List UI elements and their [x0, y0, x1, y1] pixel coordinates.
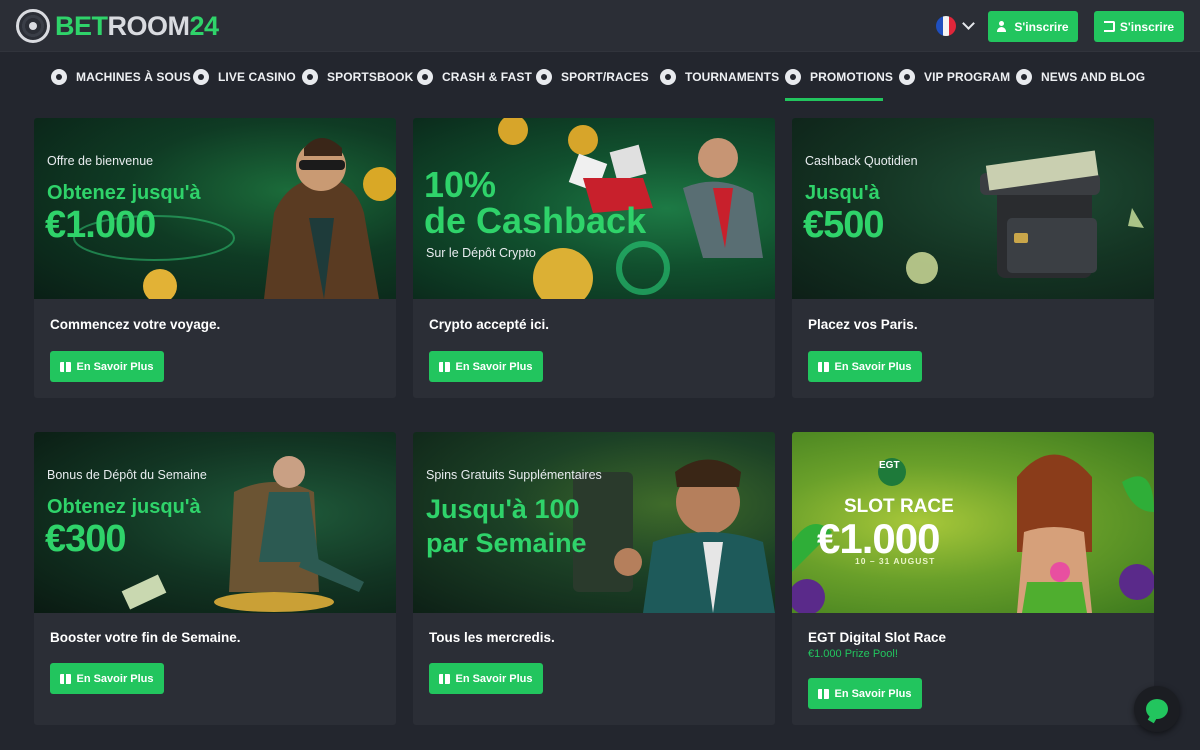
promo-title: Crypto accepté ici. [429, 317, 550, 332]
language-selector[interactable] [936, 16, 975, 36]
nav-item-news-blog[interactable]: NEWS AND BLOG [1016, 67, 1145, 87]
learn-more-button[interactable]: En Savoir Plus [50, 663, 164, 694]
nav-item-label: NEWS AND BLOG [1041, 70, 1146, 84]
learn-more-label: En Savoir Plus [834, 687, 912, 700]
promo-subtitle: €1.000 Prize Pool! [808, 648, 898, 660]
promo-title: Booster votre fin de Semaine. [50, 630, 241, 645]
learn-more-button[interactable]: En Savoir Plus [808, 678, 922, 709]
login-icon [1103, 21, 1115, 32]
learn-more-label: En Savoir Plus [76, 672, 154, 685]
learn-more-button[interactable]: En Savoir Plus [429, 663, 543, 694]
france-flag-icon [936, 16, 956, 36]
gift-icon [439, 361, 451, 372]
learn-more-button[interactable]: En Savoir Plus [429, 351, 543, 382]
learn-more-label: En Savoir Plus [455, 360, 533, 373]
promo-kicker: Spins Gratuits Supplémentaires [426, 468, 602, 482]
promo-title: Commencez votre voyage. [50, 317, 221, 332]
promo-card-daily-cashback: Cashback Quotidien Jusqu'à €500 Placez v… [792, 118, 1154, 398]
nav-item-promotions[interactable]: PROMOTIONS [785, 67, 893, 87]
promo-banner-free-spins[interactable]: Spins Gratuits Supplémentaires Jusqu'à 1… [413, 432, 775, 613]
nav-item-label: LIVE CASINO [218, 70, 296, 84]
crown-icon [899, 69, 915, 85]
roulette-wheel-icon [16, 9, 50, 43]
user-plus-icon [997, 21, 1009, 32]
promo-card-cashback: 10% de Cashback Sur le Dépôt Crypto Cryp… [413, 118, 775, 398]
nav-item-label: SPORTSBOOK [327, 70, 414, 84]
promo-headline: Jusqu'à [805, 182, 880, 204]
main-navigation: MACHINES À SOUS LIVE CASINO SPORTSBOOK C… [0, 52, 1200, 102]
promo-headline: Obtenez jusqu'à [47, 496, 201, 518]
news-icon [1016, 69, 1032, 85]
promo-card-weekend-bonus: Bonus de Dépôt du Semaine Obtenez jusqu'… [34, 432, 396, 725]
gift-icon [60, 673, 72, 684]
promo-headline: Obtenez jusqu'à [47, 182, 201, 204]
nav-item-label: CRASH & FAST [442, 70, 532, 84]
roulette-icon [193, 69, 209, 85]
promo-kicker: Bonus de Dépôt du Semaine [47, 468, 207, 482]
signup-label: S'inscrire [1014, 19, 1069, 34]
gift-icon [818, 361, 830, 372]
logo-text: BETROOM24 [55, 10, 219, 41]
learn-more-label: En Savoir Plus [455, 672, 533, 685]
signin-label: S'inscrire [1119, 19, 1175, 34]
promo-banner-weekend-bonus[interactable]: Bonus de Dépôt du Semaine Obtenez jusqu'… [34, 432, 396, 613]
gift-icon [439, 673, 451, 684]
promo-amount: €300 [45, 518, 127, 560]
nav-item-label: PROMOTIONS [810, 70, 894, 84]
nav-item-label: VIP PROGRAM [924, 70, 1011, 84]
promo-card-slot-race: EGT SLOT RACE €1.000 10 – 31 AUGUST EGT … [792, 432, 1154, 725]
nav-item-label: MACHINES À SOUS [76, 70, 191, 84]
promo-dates: 10 – 31 AUGUST [855, 556, 936, 566]
nav-item-vip-program[interactable]: VIP PROGRAM [899, 67, 1010, 87]
slot-machine-icon [51, 69, 67, 85]
nav-item-sport-races[interactable]: SPORT/RACES [536, 67, 649, 87]
nav-item-live-casino[interactable]: LIVE CASINO [193, 67, 296, 87]
nav-item-label: TOURNAMENTS [685, 70, 780, 84]
promo-title: Placez vos Paris. [808, 317, 918, 332]
promo-amount: de Cashback [424, 200, 647, 241]
gamepad-icon [536, 69, 552, 85]
promo-title: EGT Digital Slot Race [808, 630, 947, 645]
rocket-icon [417, 69, 433, 85]
promo-kicker: Sur le Dépôt Crypto [426, 246, 536, 260]
egt-badge: EGT [879, 460, 900, 471]
promo-amount: €500 [803, 204, 885, 246]
nav-item-tournaments[interactable]: TOURNAMENTS [660, 67, 779, 87]
promo-banner-slot-race[interactable]: EGT SLOT RACE €1.000 10 – 31 AUGUST [792, 432, 1154, 613]
nav-item-slots[interactable]: MACHINES À SOUS [51, 67, 191, 87]
nav-item-label: SPORT/RACES [561, 70, 649, 84]
promo-banner-cashback[interactable]: 10% de Cashback Sur le Dépôt Crypto [413, 118, 775, 299]
promo-title: Tous les mercredis. [429, 630, 555, 645]
gift-icon [60, 361, 72, 372]
promo-card-free-spins: Spins Gratuits Supplémentaires Jusqu'à 1… [413, 432, 775, 725]
promo-card-welcome: Offre de bienvenue Obtenez jusqu'à €1.00… [34, 118, 396, 398]
learn-more-button[interactable]: En Savoir Plus [808, 351, 922, 382]
trophy-icon [660, 69, 676, 85]
promo-kicker: Cashback Quotidien [805, 154, 918, 168]
promo-banner-daily-cashback[interactable]: Cashback Quotidien Jusqu'à €500 [792, 118, 1154, 299]
nav-item-sportsbook[interactable]: SPORTSBOOK [302, 67, 413, 87]
nav-item-crash-fast[interactable]: CRASH & FAST [417, 67, 532, 87]
promo-kicker: Offre de bienvenue [47, 154, 154, 168]
signin-button[interactable]: S'inscrire [1094, 11, 1184, 42]
promo-headline: Jusqu'à 100 [426, 494, 580, 524]
promo-amount: €1.000 [45, 204, 156, 246]
learn-more-label: En Savoir Plus [76, 360, 154, 373]
learn-more-label: En Savoir Plus [834, 360, 912, 373]
top-header: BETROOM24 S'inscrire S'inscrire [0, 0, 1200, 52]
football-icon [302, 69, 318, 85]
live-chat-button[interactable] [1134, 686, 1180, 732]
promo-amount: par Semaine [426, 528, 587, 558]
learn-more-button[interactable]: En Savoir Plus [50, 351, 164, 382]
gift-icon [818, 688, 830, 699]
signup-button[interactable]: S'inscrire [988, 11, 1078, 42]
gift-icon [785, 69, 801, 85]
site-logo[interactable]: BETROOM24 [16, 8, 219, 44]
active-tab-indicator [785, 98, 883, 101]
promo-banner-welcome[interactable]: Offre de bienvenue Obtenez jusqu'à €1.00… [34, 118, 396, 299]
chevron-down-icon [962, 17, 975, 30]
chat-bubble-icon [1146, 699, 1168, 719]
